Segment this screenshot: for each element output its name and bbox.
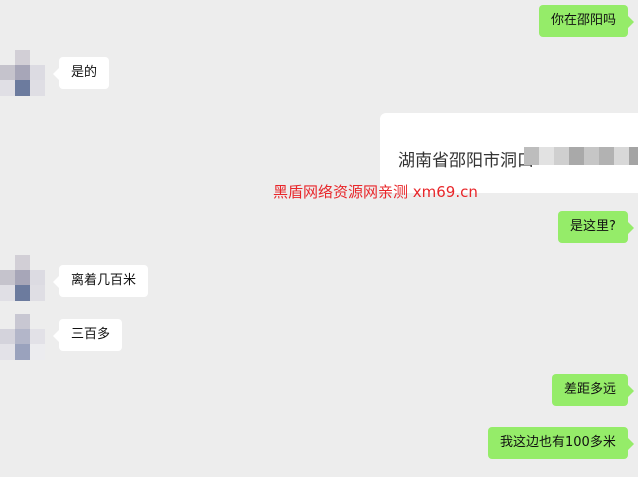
message-bubble-received[interactable]: 离着几百米 xyxy=(52,265,149,297)
contact-avatar[interactable] xyxy=(0,314,45,360)
message-bubble-sent[interactable]: 我这边也有100多米 xyxy=(488,427,634,459)
contact-avatar[interactable] xyxy=(0,255,45,301)
pixelated-redaction xyxy=(524,147,638,165)
location-address-text: 湖南省邵阳市洞口 xyxy=(398,151,534,171)
message-bubble-received[interactable]: 三百多 xyxy=(52,319,123,351)
message-bubble-received[interactable]: 是的 xyxy=(52,57,110,89)
message-bubble-sent[interactable]: 差距多远 xyxy=(552,374,635,406)
watermark-text: 黑盾网络资源网亲测 xm69.cn xyxy=(273,183,478,201)
message-bubble-sent[interactable]: 是这里? xyxy=(558,211,634,243)
message-bubble-sent[interactable]: 你在邵阳吗 xyxy=(539,5,635,37)
contact-avatar[interactable] xyxy=(0,50,45,96)
